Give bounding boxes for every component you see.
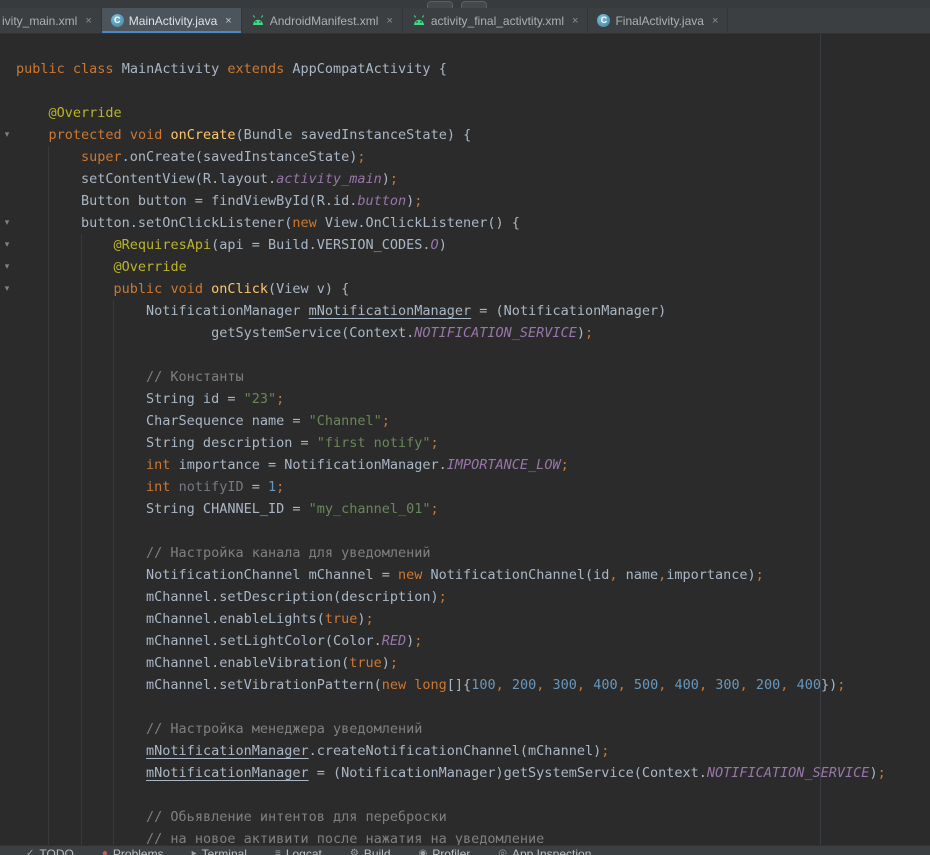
code-line[interactable]: protected void onCreate(Bundle savedInst… (16, 124, 930, 146)
code-line[interactable]: @Override (16, 102, 930, 124)
tab-label: FinalActivity.java (615, 14, 703, 28)
code-line[interactable]: int notifyID = 1; (16, 476, 930, 498)
tab-close-icon[interactable]: × (225, 15, 231, 27)
tool-window-label: Logcat (286, 847, 322, 855)
tab-label: MainActivity.java (129, 14, 217, 28)
code-line[interactable]: // Настройка менеджера уведомлений (16, 718, 930, 740)
terminal-icon (192, 847, 197, 855)
code-line[interactable]: button.setOnClickListener(new View.OnCli… (16, 212, 930, 234)
code-line[interactable]: String CHANNEL_ID = "my_channel_01"; (16, 498, 930, 520)
code-line[interactable]: getSystemService(Context.NOTIFICATION_SE… (16, 322, 930, 344)
tab-finalactivity-java[interactable]: C FinalActivity.java × (588, 8, 728, 33)
code-line[interactable]: String id = "23"; (16, 388, 930, 410)
tab-close-icon[interactable]: × (572, 15, 578, 27)
tab-label: activity_final_activtity.xml (431, 14, 564, 28)
tab-ivity-main-xml[interactable]: ivity_main.xml × (0, 8, 102, 33)
code-line[interactable]: NotificationManager mNotificationManager… (16, 300, 930, 322)
code-line[interactable]: Button button = findViewById(R.id.button… (16, 190, 930, 212)
class-icon: C (111, 14, 124, 27)
tab-label: ivity_main.xml (2, 14, 77, 28)
code-lines: public class MainActivity extends AppCom… (0, 34, 930, 845)
tool-window-bar: TODO Problems Terminal Logcat Build Profiler A… (0, 845, 930, 855)
tab-label: AndroidManifest.xml (270, 14, 379, 28)
editor[interactable]: ▾▾▾▾▾ public class MainActivity extends … (0, 34, 930, 845)
code-line[interactable]: // Константы (16, 366, 930, 388)
tab-close-icon[interactable]: × (386, 15, 392, 27)
android-icon (412, 14, 426, 27)
toolbar-button-fragment[interactable] (461, 1, 487, 8)
code-line[interactable]: // Обьявление интентов для переброски (16, 806, 930, 828)
main-toolbar (0, 0, 930, 8)
code-line[interactable]: mChannel.setDescription(description); (16, 586, 930, 608)
app-inspection-icon (498, 847, 507, 855)
android-icon (251, 14, 265, 27)
code-line[interactable]: public class MainActivity extends AppCom… (16, 58, 930, 80)
tool-window-button-profiler[interactable]: Profiler (419, 847, 471, 855)
code-line[interactable]: @Override (16, 256, 930, 278)
code-line[interactable]: CharSequence name = "Channel"; (16, 410, 930, 432)
tool-window-button-problems[interactable]: Problems (102, 847, 164, 855)
build-icon (350, 847, 359, 855)
class-icon: C (597, 14, 610, 27)
code-line[interactable] (16, 784, 930, 806)
code-line[interactable]: @RequiresApi(api = Build.VERSION_CODES.O… (16, 234, 930, 256)
code-line[interactable]: int importance = NotificationManager.IMP… (16, 454, 930, 476)
code-line[interactable]: mChannel.enableVibration(true); (16, 652, 930, 674)
toolbar-button-fragment[interactable] (427, 1, 453, 8)
tool-window-label: Terminal (202, 847, 247, 855)
problems-icon (102, 847, 108, 855)
profiler-icon (419, 847, 428, 855)
code-line[interactable] (16, 520, 930, 542)
tool-window-button-todo[interactable]: TODO (26, 847, 74, 855)
code-line[interactable]: mChannel.enableLights(true); (16, 608, 930, 630)
code-line[interactable]: mChannel.setLightColor(Color.RED); (16, 630, 930, 652)
code-line[interactable] (16, 696, 930, 718)
code-line[interactable] (16, 80, 930, 102)
tool-window-button-terminal[interactable]: Terminal (192, 847, 247, 855)
code-line[interactable]: NotificationChannel mChannel = new Notif… (16, 564, 930, 586)
code-line[interactable]: // Настройка канала для уведомлений (16, 542, 930, 564)
code-line[interactable]: // на новое активити после нажатия на ув… (16, 828, 930, 845)
code-line[interactable]: super.onCreate(savedInstanceState); (16, 146, 930, 168)
code-line[interactable]: String description = "first notify"; (16, 432, 930, 454)
code-line[interactable]: mNotificationManager.createNotificationC… (16, 740, 930, 762)
tool-window-label: Build (364, 847, 391, 855)
code-line[interactable] (16, 344, 930, 366)
tab-androidmanifest-xml[interactable]: AndroidManifest.xml × (242, 8, 403, 33)
tab-activity-final-activtity-xml[interactable]: activity_final_activtity.xml × (403, 8, 589, 33)
tab-close-icon[interactable]: × (712, 15, 718, 27)
tool-window-label: TODO (39, 847, 73, 855)
tool-window-button-app-inspection[interactable]: App Inspection (498, 847, 591, 855)
tool-window-button-logcat[interactable]: Logcat (275, 847, 322, 855)
tool-window-button-build[interactable]: Build (350, 847, 391, 855)
tool-window-label: Profiler (432, 847, 470, 855)
tool-window-label: App Inspection (512, 847, 591, 855)
code-line[interactable]: setContentView(R.layout.activity_main); (16, 168, 930, 190)
tab-mainactivity-java[interactable]: C MainActivity.java × (102, 8, 242, 33)
tab-close-icon[interactable]: × (85, 15, 91, 27)
code-line[interactable]: mNotificationManager = (NotificationMana… (16, 762, 930, 784)
code-line[interactable]: public void onClick(View v) { (16, 278, 930, 300)
todo-icon (26, 847, 34, 855)
tool-window-label: Problems (113, 847, 164, 855)
logcat-icon (275, 847, 281, 855)
editor-tab-bar: ivity_main.xml×CMainActivity.java×Androi… (0, 8, 930, 34)
code-line[interactable]: mChannel.setVibrationPattern(new long[]{… (16, 674, 930, 696)
